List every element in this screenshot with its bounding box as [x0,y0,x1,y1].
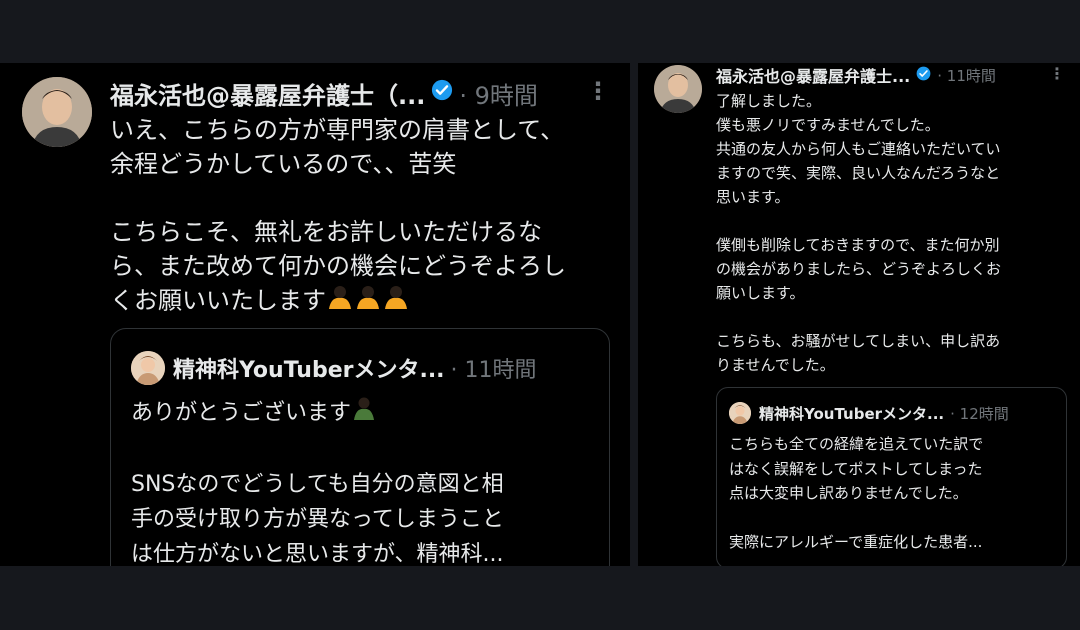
quoted-tweet[interactable]: 精神科YouTuberメンタ... · 12時間 こちらも全ての経緯を追えていた… [716,387,1067,566]
author-name[interactable]: 福永活也@暴露屋弁護士... [716,63,910,87]
bowing-man-emoji-icon [351,395,377,432]
bowing-person-emoji-icon [382,283,410,320]
quoted-tweet-timestamp[interactable]: · 11時間 [451,352,537,384]
verified-badge-icon [431,79,453,107]
verified-badge-icon [916,66,931,85]
right-tweet-panel: 福永活也@暴露屋弁護士... · 11時間 ⋮ 了解しました。 僕も悪ノリですみ… [638,63,1080,566]
panel-divider [630,63,638,566]
author-avatar[interactable] [22,77,92,147]
tweet-timestamp[interactable]: · 11時間 [937,65,996,86]
bowing-person-emoji-icon [354,283,382,320]
quoted-tweet[interactable]: 精神科YouTuberメンタ... · 11時間 ありがとうございます SNSな… [110,328,610,566]
quoted-author-avatar [131,351,165,385]
more-options-icon[interactable]: ⋮ [586,79,610,103]
tweet-body: 了解しました。 僕も悪ノリですみませんでした。 共通の友人から何人もご連絡いただ… [716,92,1002,374]
quoted-author-avatar [729,402,751,424]
quoted-body-line1: ありがとうございます [131,400,352,426]
tweet-header: 福永活也@暴露屋弁護士（... · 9時間 [110,75,538,111]
tweet-header: 福永活也@暴露屋弁護士... · 11時間 [716,63,996,87]
quoted-body-rest: SNSなのでどうしても自分の意図と相 手の受け取り方が異なってしまうこと は仕方… [131,472,504,566]
quoted-tweet-timestamp[interactable]: · 12時間 [950,403,1009,424]
tweet-timestamp[interactable]: · 9時間 [459,76,538,111]
author-avatar[interactable] [654,65,702,113]
tweet-body: いえ、こちらの方が専門家の肩書として、 余程どうかしているので、、苦笑 こちらこ… [110,113,620,320]
quoted-tweet-header: 精神科YouTuberメンタ... · 12時間 [759,402,1009,424]
more-options-icon[interactable]: ⋮ [1049,66,1065,82]
quoted-tweet-body: こちらも全ての経緯を追えていた訳で はなく誤解をしてポストしてしまった 点は大変… [729,435,984,551]
quoted-author-name[interactable]: 精神科YouTuberメンタ... [759,403,944,424]
quoted-author-name[interactable]: 精神科YouTuberメンタ... [173,352,445,384]
quoted-tweet-body: ありがとうございます SNSなのでどうしても自分の意図と相 手の受け取り方が異な… [131,395,601,566]
quoted-tweet-header: 精神科YouTuberメンタ... · 11時間 [173,351,537,385]
author-name[interactable]: 福永活也@暴露屋弁護士（... [110,76,425,111]
bowing-person-emoji-icon [326,283,354,320]
left-tweet-panel: 福永活也@暴露屋弁護士（... · 9時間 ⋮ いえ、こちらの方が専門家の肩書と… [0,63,630,566]
